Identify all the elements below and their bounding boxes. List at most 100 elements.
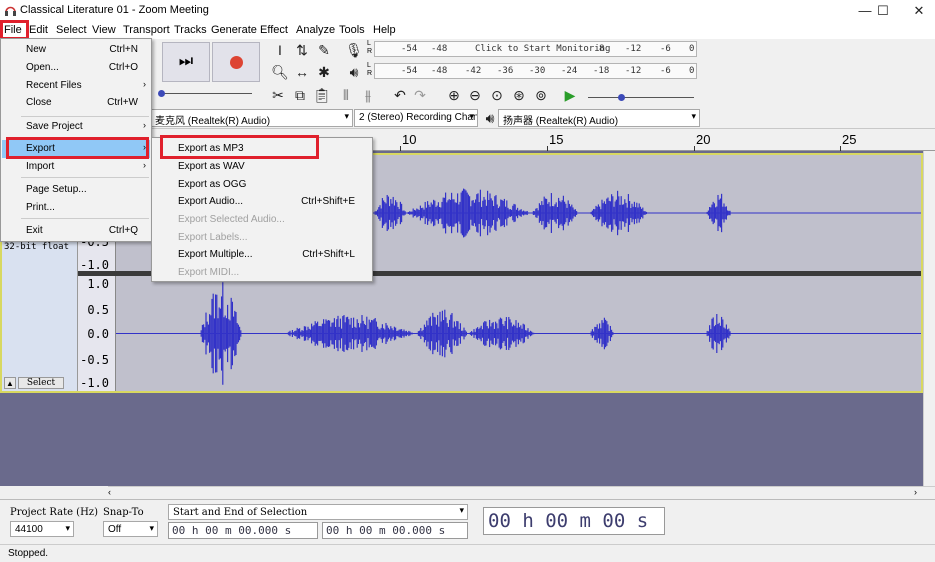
menu-item-page-setup[interactable]: Page Setup... (2, 181, 150, 199)
menu-transport[interactable]: Transport (123, 24, 170, 36)
speaker-device-select[interactable]: 扬声器 (Realtek(R) Audio) ▾ (498, 109, 700, 127)
ruler-tick-label: 20 (696, 132, 711, 147)
select-track-button[interactable]: Select (18, 377, 64, 389)
menu-item-export-labels: Export Labels... (178, 232, 248, 243)
audio-position-display[interactable]: 00 h 00 m 00 s (483, 507, 665, 535)
selection-mode-select[interactable]: Start and End of Selection ▾ (168, 504, 468, 520)
scale-label: 0.5 (87, 303, 109, 317)
record-icon (229, 55, 243, 69)
menu-edit[interactable]: Edit (29, 24, 48, 36)
meter-tick: -24 (561, 66, 578, 76)
waveform-right (116, 282, 921, 385)
selection-end-time[interactable]: 00 h 00 m 00.000 s (322, 522, 468, 539)
channels-select[interactable]: 2 (Stereo) Recording Chan ▾ (354, 109, 478, 127)
fit-selection-icon[interactable]: ⊙ (487, 85, 507, 105)
redo-icon[interactable]: ↷ (410, 85, 430, 105)
menu-item-export-ogg[interactable]: Export as OGG (153, 176, 371, 193)
export-mp3-highlight (160, 135, 319, 159)
speaker-icon[interactable]: 🔊︎ (344, 62, 364, 82)
gain-slider-thumb[interactable] (158, 90, 165, 97)
selection-tool-icon[interactable]: I (270, 40, 290, 60)
menu-item-exit[interactable]: Exit Ctrl+Q (2, 222, 150, 240)
menu-view[interactable]: View (92, 24, 116, 36)
play-lr-label: LR (367, 62, 373, 77)
trim-icon[interactable]: ⫴ (336, 85, 356, 105)
scroll-right-icon[interactable]: › (914, 487, 917, 497)
meter-tick: -18 (593, 66, 610, 76)
mic-device-select[interactable]: 麦克风 (Realtek(R) Audio) ▾ (150, 109, 353, 127)
scroll-left-icon[interactable]: ‹ (108, 487, 111, 497)
vertical-scrollbar[interactable] (923, 151, 935, 486)
maximize-button[interactable]: ☐ (866, 0, 900, 22)
menu-item-open[interactable]: Open... Ctrl+O (2, 59, 150, 77)
silence-icon[interactable]: ⫵ (358, 85, 378, 105)
undo-icon[interactable]: ↶ (390, 85, 410, 105)
menu-item-close[interactable]: Close Ctrl+W (2, 94, 150, 112)
selection-start-time[interactable]: 00 h 00 m 00.000 s (168, 522, 318, 539)
record-button[interactable] (212, 42, 260, 82)
meter-tick: -48 (431, 44, 448, 54)
gain-slider-track (160, 93, 252, 94)
meter-tick: -54 (401, 66, 418, 76)
zoom-tool-icon[interactable]: 🔍︎ (270, 62, 290, 82)
menu-item-import[interactable]: Import › (2, 158, 150, 176)
draw-tool-icon[interactable]: ✎ (314, 40, 334, 60)
menu-item-export-wav[interactable]: Export as WAV (153, 158, 371, 175)
skip-end-icon: ⏭ (178, 53, 194, 70)
project-rate-select[interactable]: 44100 ▾ (10, 521, 74, 537)
menu-analyze[interactable]: Analyze (296, 24, 335, 36)
collapse-track-button[interactable]: ▲ (4, 377, 16, 389)
chevron-down-icon: ▾ (469, 111, 474, 121)
record-lr-label: LR (367, 40, 373, 55)
menu-tools[interactable]: Tools (339, 24, 365, 36)
multi-tool-icon[interactable]: ✱ (314, 62, 334, 82)
zoom-out-icon[interactable]: ⊖ (465, 85, 485, 105)
menu-select[interactable]: Select (56, 24, 87, 36)
meter-tick: -6 (660, 44, 671, 54)
snap-to-select[interactable]: Off ▾ (103, 521, 158, 537)
envelope-tool-icon[interactable]: ⇅ (292, 40, 312, 60)
record-meter[interactable]: -54 -48 Click to Start Monitoring 8 -12 … (374, 41, 697, 57)
meter-tick: -12 (625, 44, 642, 54)
ruler-tick-label: 15 (549, 132, 564, 147)
copy-icon[interactable]: ⧉ (290, 85, 310, 105)
submenu-arrow-icon: › (143, 79, 146, 89)
play-at-speed-icon[interactable]: ▶ (560, 85, 580, 105)
chevron-down-icon: ▾ (691, 111, 696, 121)
playback-meter[interactable]: -54 -48 -42 -36 -30 -24 -18 -12 -6 0 (374, 63, 697, 79)
menu-item-save-project[interactable]: Save Project › (2, 118, 150, 136)
ruler-tick-label: 25 (842, 132, 857, 147)
menu-item-export-multiple[interactable]: Export Multiple... Ctrl+Shift+L (153, 246, 371, 263)
menu-item-recent-files[interactable]: Recent Files › (2, 77, 150, 95)
headphones-icon (5, 6, 16, 16)
menu-item-export-audio[interactable]: Export Audio... Ctrl+Shift+E (153, 193, 371, 210)
fit-project-icon[interactable]: ⊛ (509, 85, 529, 105)
collapse-icon: ▲ (6, 379, 14, 388)
menu-effect[interactable]: Effect (260, 24, 288, 36)
timeshift-tool-icon[interactable]: ↔ (292, 62, 312, 82)
zoom-toggle-icon[interactable]: ⊚ (531, 85, 551, 105)
meter-tick: -6 (660, 66, 671, 76)
scale-label: 1.0 (87, 277, 109, 291)
selection-toolbar: Project Rate (Hz) 44100 ▾ Snap-To Off ▾ St… (0, 499, 935, 544)
waveform-right-channel[interactable] (116, 276, 921, 391)
menu-generate[interactable]: Generate (211, 24, 257, 36)
monitor-prompt[interactable]: Click to Start Monitoring (475, 44, 610, 54)
menu-separator (21, 116, 149, 117)
close-button[interactable]: ✕ (902, 0, 935, 22)
speed-slider-thumb[interactable] (618, 94, 625, 101)
horizontal-scrollbar[interactable]: ‹ › (108, 486, 935, 499)
cut-icon[interactable]: ✂ (268, 85, 288, 105)
snap-to-label: Snap-To (103, 507, 144, 518)
skip-end-button[interactable]: ⏭ (162, 42, 210, 82)
scale-label: -0.5 (80, 353, 109, 367)
zoom-in-icon[interactable]: ⊕ (444, 85, 464, 105)
window-title: Classical Literature 01 - Zoom Meeting (20, 4, 209, 16)
submenu-arrow-icon: › (143, 160, 146, 170)
menu-item-new[interactable]: New Ctrl+N (2, 41, 150, 59)
menu-tracks[interactable]: Tracks (174, 24, 207, 36)
menu-help[interactable]: Help (373, 24, 396, 36)
microphone-icon[interactable]: 🎙︎ (344, 40, 364, 60)
paste-icon[interactable]: 📋︎ (312, 85, 332, 105)
menu-item-print[interactable]: Print... (2, 199, 150, 217)
